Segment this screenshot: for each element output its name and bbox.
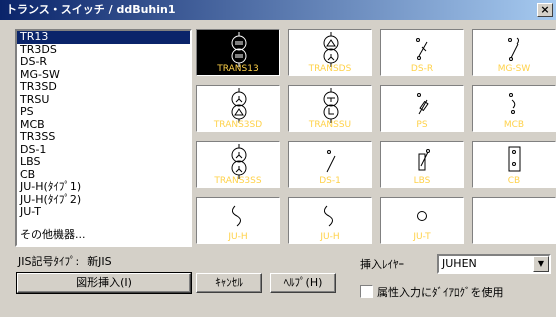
list-item[interactable]: TRSU — [17, 93, 190, 107]
symbol-cell[interactable]: JU-H — [288, 197, 372, 244]
symbol-cell[interactable]: PS — [380, 85, 464, 132]
symbol-grid: TRANS13 TRANSDS DS-R MG-SW TRANS3SD TRANSSU PS… — [196, 29, 556, 246]
insert-layer-label: 挿入ﾚｲﾔｰ — [360, 258, 404, 271]
symbol-caption: LBS — [413, 176, 431, 186]
list-item[interactable]: DS-R — [17, 55, 190, 69]
dropdown-arrow-icon[interactable]: ▼ — [533, 256, 549, 272]
symbol-cell[interactable]: CB — [472, 141, 556, 188]
symbol-caption: DS-R — [410, 64, 434, 74]
help-button[interactable]: ﾍﾙﾌﾟ(H) — [270, 273, 336, 293]
insert-layer-value: JUHEN — [442, 257, 477, 270]
device-listbox[interactable]: TR13 TR3DS DS-R MG-SW TR3SD TRSU PS MCB TR3SS DS-… — [15, 29, 192, 247]
window-title: トランス・スイッチ / ddBuhin1 — [6, 3, 176, 16]
jis-type-value: 新JIS — [87, 255, 112, 268]
list-item[interactable]: JU-H(ﾀｲﾌﾟ1) — [17, 180, 190, 194]
symbol-cell[interactable]: JU-T — [380, 197, 464, 244]
symbol-caption: TRANS3SS — [214, 176, 262, 186]
cancel-button[interactable]: ｷｬﾝｾﾙ — [196, 273, 262, 293]
symbol-caption: MG-SW — [497, 64, 531, 74]
list-item[interactable]: JU-H(ﾀｲﾌﾟ2) — [17, 193, 190, 207]
symbol-cell[interactable]: TRANSDS — [288, 29, 372, 76]
symbol-caption: CB — [507, 176, 521, 186]
jis-type-label: JIS記号ﾀｲﾌﾟ: — [18, 255, 80, 268]
dialog-window: トランス・スイッチ / ddBuhin1 × TR13 TR3DS DS-R MG-S… — [0, 0, 556, 317]
close-button[interactable]: × — [537, 3, 553, 17]
list-item-other[interactable]: その他機器... — [17, 228, 190, 242]
symbol-cell[interactable]: DS-R — [380, 29, 464, 76]
list-item[interactable]: TR3SD — [17, 80, 190, 94]
list-item[interactable]: TR3SS — [17, 130, 190, 144]
insert-shape-button[interactable]: 図形挿入(I) — [16, 272, 192, 294]
symbol-caption: DS-1 — [319, 176, 341, 186]
list-item[interactable]: DS-1 — [17, 143, 190, 157]
attribute-checkbox[interactable] — [360, 285, 373, 298]
symbol-caption: MCB — [503, 120, 525, 130]
symbol-caption: JU-T — [413, 232, 431, 242]
symbol-cell[interactable]: TRANS13 — [196, 29, 280, 76]
list-item[interactable]: PS — [17, 105, 190, 119]
symbol-cell[interactable] — [472, 197, 556, 244]
title-bar: トランス・スイッチ / ddBuhin1 × — [0, 0, 556, 20]
symbol-caption: JU-H — [320, 232, 340, 242]
symbol-caption: TRANSDS — [308, 64, 352, 74]
symbol-caption: PS — [416, 120, 428, 130]
symbol-caption: TRANSSU — [308, 120, 352, 130]
symbol-cell[interactable]: MG-SW — [472, 29, 556, 76]
symbol-cell[interactable]: DS-1 — [288, 141, 372, 188]
symbol-cell[interactable]: TRANS3SS — [196, 141, 280, 188]
symbol-cell[interactable]: TRANS3SD — [196, 85, 280, 132]
attribute-checkbox-row[interactable]: 属性入力にﾀﾞｲｱﾛｸﾞを使用 — [360, 284, 504, 300]
list-item[interactable]: TR13 — [17, 31, 190, 44]
jis-type-row: JIS記号ﾀｲﾌﾟ: 新JIS — [18, 253, 112, 269]
list-item[interactable]: LBS — [17, 155, 190, 169]
list-item[interactable]: JU-T — [17, 205, 190, 219]
symbol-caption: TRANS13 — [217, 64, 259, 74]
symbol-cell[interactable]: LBS — [380, 141, 464, 188]
insert-layer-select[interactable]: JUHEN ▼ — [437, 254, 551, 274]
attribute-checkbox-label: 属性入力にﾀﾞｲｱﾛｸﾞを使用 — [377, 286, 504, 299]
symbol-cell[interactable]: JU-H — [196, 197, 280, 244]
symbol-cell[interactable]: TRANSSU — [288, 85, 372, 132]
symbol-caption: JU-H — [228, 232, 248, 242]
symbol-cell[interactable]: MCB — [472, 85, 556, 132]
symbol-caption: TRANS3SD — [213, 120, 263, 130]
